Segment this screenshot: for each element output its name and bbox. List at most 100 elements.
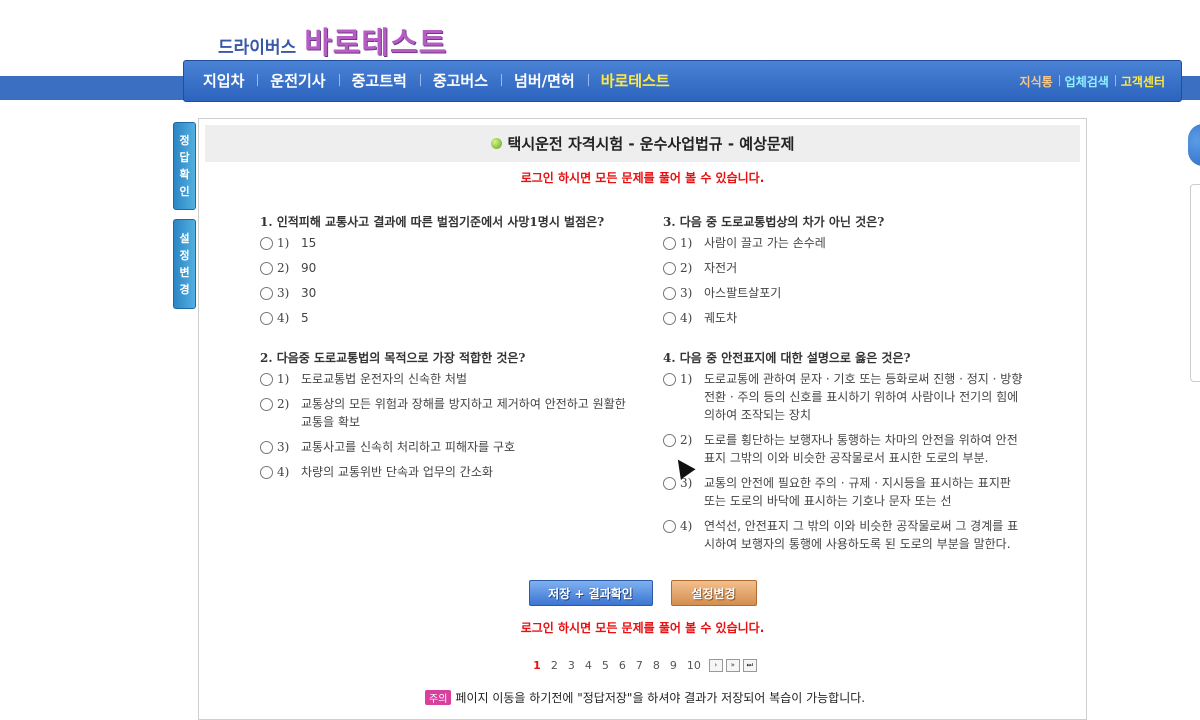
side-char: 정 (179, 249, 190, 262)
answer-option[interactable]: 1) 도로교통법 운전자의 신속한 처벌 (260, 370, 635, 388)
caution-badge: 주의 (425, 690, 452, 705)
option-number: 3) (680, 286, 693, 300)
last-page-icon[interactable]: ⏭ (742, 659, 757, 672)
radio-button[interactable] (663, 312, 676, 325)
quiz-box: 택시운전 자격시험 - 운수사업법규 - 예상문제 로그인 하시면 모든 문제를… (198, 118, 1087, 720)
answer-option[interactable]: 1) 도로교통에 관하여 문자 · 기호 또는 등화로써 진행 · 정지 · 방향… (663, 370, 1025, 424)
answer-option[interactable]: 3) 아스팔트살포기 (663, 284, 1025, 302)
radio-button[interactable] (260, 287, 273, 300)
answer-option[interactable]: 4) 5 (260, 309, 635, 327)
option-text: 자전거 (704, 261, 738, 275)
right-floating-icon[interactable] (1188, 124, 1200, 166)
option-text: 교통상의 모든 위험과 장해를 방지하고 제거하여 안전하고 원활한 교통을 확… (301, 397, 626, 429)
option-number: 4) (680, 519, 693, 533)
next-block-icon[interactable]: » (725, 659, 740, 672)
side-char: 확 (179, 168, 190, 181)
answer-option[interactable]: 4) 차량의 교통위반 단속과 업무의 간소화 (260, 463, 635, 481)
answer-option[interactable]: 2) 자전거 (663, 259, 1025, 277)
radio-button[interactable] (663, 373, 676, 386)
radio-button[interactable] (260, 237, 273, 250)
save-and-check-button[interactable]: 저장 + 결과확인 (528, 580, 653, 606)
option-text: 사람이 끌고 가는 손수레 (704, 236, 826, 250)
answer-option[interactable]: 4) 연석선, 안전표지 그 밖의 이와 비슷한 공작물로써 그 경계를 표시하여… (663, 517, 1025, 553)
page-link[interactable]: 6 (619, 659, 626, 672)
site-logo[interactable]: 드라이버스 바로테스트 (218, 18, 447, 62)
option-number: 2) (277, 397, 290, 411)
change-settings-button[interactable]: 설정변경 (670, 580, 757, 606)
green-dot-icon (490, 138, 502, 149)
nav-item-barotest[interactable]: 바로테스트 (587, 70, 683, 91)
nav-link-knowledge[interactable]: 지식통 (1014, 73, 1059, 90)
answer-option[interactable]: 1) 15 (260, 234, 635, 252)
page-link[interactable]: 1 (533, 659, 541, 672)
question-column-left: 1. 인적피해 교통사고 결과에 따른 벌점기준에서 사망1명시 벌점은? 1)… (260, 213, 635, 501)
option-text: 아스팔트살포기 (704, 286, 782, 300)
option-text: 도로교통법 운전자의 신속한 처벌 (301, 372, 468, 386)
main-nav: 지입차 운전기사 중고트럭 중고버스 넘버/면허 바로테스트 지식통 업체검색 … (183, 60, 1182, 102)
answer-option[interactable]: 1) 사람이 끌고 가는 손수레 (663, 234, 1025, 252)
page-link[interactable]: 10 (687, 659, 701, 672)
question-1: 1. 인적피해 교통사고 결과에 따른 벌점기준에서 사망1명시 벌점은? 1)… (260, 213, 635, 327)
option-text: 궤도차 (704, 311, 738, 325)
logo-main: 바로테스트 (304, 26, 448, 61)
question-2: 2. 다음중 도로교통법의 목적으로 가장 적합한 것은? 1) 도로교통법 운전… (260, 349, 635, 481)
option-text: 15 (301, 236, 317, 250)
radio-button[interactable] (260, 262, 273, 275)
nav-item-license[interactable]: 넘버/면허 (501, 70, 588, 91)
page-title: 택시운전 자격시험 - 운수사업법규 - 예상문제 (507, 135, 795, 153)
page-link[interactable]: 8 (653, 659, 660, 672)
answer-option[interactable]: 2) 90 (260, 259, 635, 277)
answer-option[interactable]: 4) 궤도차 (663, 309, 1025, 327)
nav-link-customer-center[interactable]: 고객센터 (1114, 73, 1171, 90)
side-char: 정 (179, 134, 190, 147)
login-notice-bottom: 로그인 하시면 모든 문제를 풀어 볼 수 있습니다. (520, 621, 765, 635)
radio-button[interactable] (663, 262, 676, 275)
answer-option[interactable]: 3) 교통사고를 신속히 처리하고 피해자를 구호 (260, 438, 635, 456)
radio-button[interactable] (663, 520, 676, 533)
quiz-header: 택시운전 자격시험 - 운수사업법규 - 예상문제 (205, 125, 1080, 162)
radio-button[interactable] (260, 312, 273, 325)
nav-item-driver[interactable]: 운전기사 (257, 70, 338, 91)
question-title: 1. 인적피해 교통사고 결과에 따른 벌점기준에서 사망1명시 벌점은? (260, 215, 605, 229)
radio-button[interactable] (260, 441, 273, 454)
answer-option[interactable]: 2) 교통상의 모든 위험과 장해를 방지하고 제거하여 안전하고 원활한 교통을… (260, 395, 635, 431)
question-4: 4. 다음 중 안전표지에 대한 설명으로 옳은 것은? 1) 도로교통에 관하여… (663, 349, 1025, 553)
right-floating-panel (1190, 184, 1200, 382)
radio-button[interactable] (260, 373, 273, 386)
page-link[interactable]: 5 (602, 659, 609, 672)
option-number: 3) (277, 440, 290, 454)
side-char: 경 (179, 283, 190, 296)
page-link[interactable]: 9 (670, 659, 677, 672)
radio-button[interactable] (663, 477, 676, 490)
check-answer-side-button[interactable]: 정 답 확 인 (173, 122, 196, 210)
question-title: 3. 다음 중 도로교통법상의 차가 아닌 것은? (663, 215, 885, 229)
logo-sub: 드라이버스 (218, 38, 297, 58)
question-title: 2. 다음중 도로교통법의 목적으로 가장 적합한 것은? (260, 351, 526, 365)
page-link[interactable]: 3 (568, 659, 575, 672)
radio-button[interactable] (663, 237, 676, 250)
next-page-icon[interactable]: › (708, 659, 723, 672)
option-text: 도로를 횡단하는 보행자나 통행하는 차마의 안전을 위하여 안전표지 그밖의 … (704, 433, 1018, 465)
option-text: 30 (301, 286, 317, 300)
change-settings-side-button[interactable]: 설 정 변 경 (173, 219, 196, 309)
page-link[interactable]: 4 (585, 659, 592, 672)
radio-button[interactable] (260, 466, 273, 479)
nav-item-used-bus[interactable]: 중고버스 (419, 70, 501, 91)
option-number: 2) (680, 261, 693, 275)
option-number: 4) (277, 311, 290, 325)
side-char: 변 (179, 266, 190, 279)
question-column-right: 3. 다음 중 도로교통법상의 차가 아닌 것은? 1) 사람이 끌고 가는 손수… (663, 213, 1025, 573)
nav-link-company-search[interactable]: 업체검색 (1058, 73, 1115, 90)
nav-item-jiipcha[interactable]: 지입차 (190, 70, 257, 91)
radio-button[interactable] (663, 287, 676, 300)
option-number: 1) (680, 372, 693, 386)
radio-button[interactable] (663, 434, 676, 447)
answer-option[interactable]: 3) 교통의 안전에 필요한 주의 · 규제 · 지시등을 표시하는 표지판 또는… (663, 474, 1025, 510)
nav-item-used-truck[interactable]: 중고트럭 (338, 70, 420, 91)
radio-button[interactable] (260, 398, 273, 411)
answer-option[interactable]: 3) 30 (260, 284, 635, 302)
nav-right-links: 지식통 업체검색 고객센터 (1014, 73, 1171, 90)
answer-option[interactable]: 2) 도로를 횡단하는 보행자나 통행하는 차마의 안전을 위하여 안전표지 그밖… (663, 431, 1025, 467)
page-link[interactable]: 2 (551, 659, 558, 672)
page-link[interactable]: 7 (636, 659, 643, 672)
